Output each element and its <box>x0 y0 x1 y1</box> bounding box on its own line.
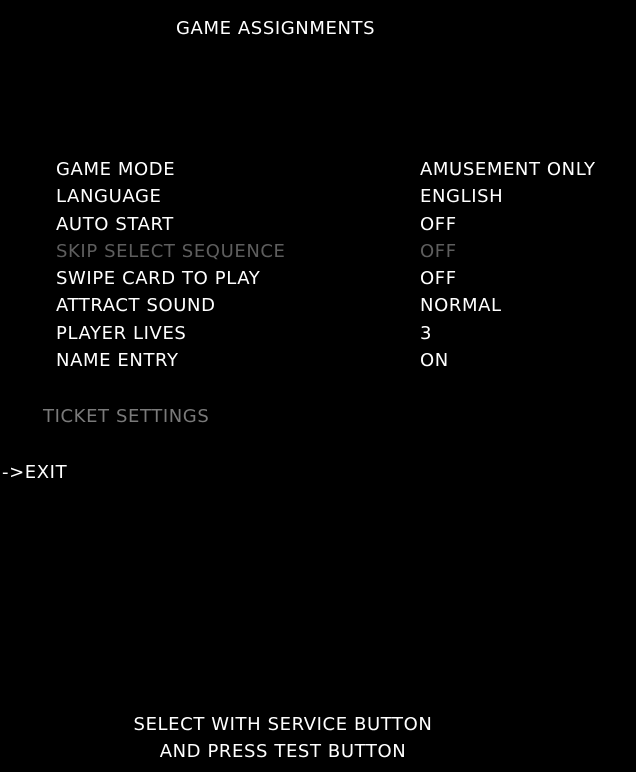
setting-label: NAME ENTRY <box>56 350 179 372</box>
instructions-footer: SELECT WITH SERVICE BUTTON AND PRESS TES… <box>0 711 566 765</box>
selection-cursor-icon: -> <box>2 462 25 483</box>
exit-label: EXIT <box>24 462 68 483</box>
setting-label: AUTO START <box>56 213 174 235</box>
setting-row-game-mode[interactable]: GAME MODE AMUSEMENT ONLY <box>56 156 636 183</box>
setting-row-auto-start[interactable]: AUTO START OFF <box>56 211 636 238</box>
setting-row-attract-sound[interactable]: ATTRACT SOUND NORMAL <box>56 292 636 319</box>
setting-label: PLAYER LIVES <box>56 322 187 344</box>
setting-row-name-entry[interactable]: NAME ENTRY ON <box>56 347 636 374</box>
setting-value: NORMAL <box>420 295 502 317</box>
setting-row-language[interactable]: LANGUAGE ENGLISH <box>56 183 636 210</box>
setting-label: ATTRACT SOUND <box>56 295 216 317</box>
settings-list: GAME MODE AMUSEMENT ONLY LANGUAGE ENGLIS… <box>56 156 636 374</box>
setting-value: OFF <box>420 213 457 235</box>
instruction-line-1: SELECT WITH SERVICE BUTTON <box>133 714 433 735</box>
setting-value: OFF <box>420 268 457 290</box>
game-assignments-screen: GAME ASSIGNMENTS GAME MODE AMUSEMENT ONL… <box>0 0 636 772</box>
setting-row-skip-select-sequence: SKIP SELECT SEQUENCE OFF <box>56 238 636 265</box>
setting-label: SKIP SELECT SEQUENCE <box>56 240 286 262</box>
setting-value: OFF <box>420 240 457 262</box>
exit-menu-item[interactable]: ->EXIT <box>2 462 67 483</box>
instruction-line-2: AND PRESS TEST BUTTON <box>159 741 407 762</box>
setting-row-swipe-card-to-play[interactable]: SWIPE CARD TO PLAY OFF <box>56 265 636 292</box>
setting-value: AMUSEMENT ONLY <box>420 159 596 180</box>
setting-label: LANGUAGE <box>56 186 162 208</box>
setting-label: GAME MODE <box>56 159 176 180</box>
setting-value: 3 <box>420 322 433 344</box>
setting-value: ENGLISH <box>420 186 504 208</box>
page-title: GAME ASSIGNMENTS <box>176 18 376 39</box>
setting-label: SWIPE CARD TO PLAY <box>56 268 261 290</box>
setting-row-player-lives[interactable]: PLAYER LIVES 3 <box>56 320 636 347</box>
setting-value: ON <box>420 350 449 372</box>
ticket-settings-menu-item[interactable]: TICKET SETTINGS <box>43 406 209 427</box>
